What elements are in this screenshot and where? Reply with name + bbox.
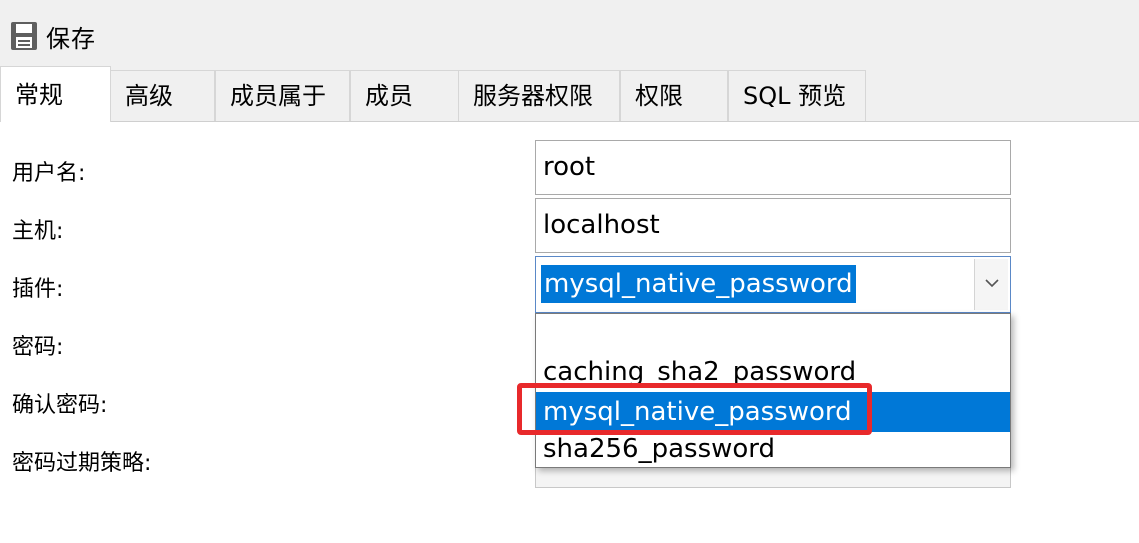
host-value: localhost bbox=[543, 210, 660, 240]
plugin-label: 插件: bbox=[12, 277, 64, 302]
username-value: root bbox=[543, 152, 596, 182]
password-expire-policy-label: 密码过期策略: bbox=[12, 451, 152, 476]
plugin-option-caching-sha2[interactable]: caching_sha2_password bbox=[536, 354, 1010, 390]
tab-advanced[interactable]: 高级 bbox=[110, 70, 215, 121]
save-icon bbox=[11, 22, 37, 50]
tab-label: 服务器权限 bbox=[473, 82, 593, 110]
plugin-selected-value: mysql_native_password bbox=[541, 265, 856, 303]
tab-label: SQL 预览 bbox=[743, 82, 847, 110]
option-label: sha256_password bbox=[543, 434, 776, 464]
username-label: 用户名: bbox=[12, 161, 86, 186]
tab-label: 成员属于 bbox=[230, 82, 326, 110]
plugin-option-mysql-native[interactable]: mysql_native_password bbox=[536, 392, 1010, 432]
option-label: mysql_native_password bbox=[543, 397, 852, 427]
tab-label: 成员 bbox=[365, 82, 413, 110]
tab-bar: 常规 高级 成员属于 成员 服务器权限 权限 SQL 预览 bbox=[0, 66, 1139, 122]
password-expire-policy-field[interactable] bbox=[535, 466, 1011, 488]
tab-general[interactable]: 常规 bbox=[0, 66, 111, 122]
toolbar: 保存 bbox=[0, 0, 1139, 66]
tab-label: 权限 bbox=[635, 82, 683, 110]
host-label: 主机: bbox=[12, 219, 64, 244]
host-field[interactable]: localhost bbox=[535, 198, 1011, 253]
password-label: 密码: bbox=[12, 335, 64, 360]
tab-sql-preview[interactable]: SQL 预览 bbox=[728, 70, 866, 121]
tab-server-privileges[interactable]: 服务器权限 bbox=[458, 70, 620, 121]
chevron-down-icon bbox=[985, 279, 999, 288]
tab-privileges[interactable]: 权限 bbox=[620, 70, 728, 121]
confirm-password-label: 确认密码: bbox=[12, 393, 108, 418]
tab-label: 高级 bbox=[125, 82, 173, 110]
plugin-option-sha256[interactable]: sha256_password bbox=[536, 432, 1010, 466]
plugin-select[interactable]: mysql_native_password bbox=[535, 256, 1011, 313]
save-button[interactable]: 保存 bbox=[8, 18, 96, 54]
username-field[interactable]: root bbox=[535, 140, 1011, 195]
tab-member-of[interactable]: 成员属于 bbox=[215, 70, 350, 121]
tab-members[interactable]: 成员 bbox=[350, 70, 460, 121]
option-label: caching_sha2_password bbox=[543, 357, 857, 387]
dropdown-toggle-button[interactable] bbox=[974, 259, 1008, 310]
plugin-dropdown-list: caching_sha2_password mysql_native_passw… bbox=[535, 313, 1011, 468]
tab-label: 常规 bbox=[15, 81, 63, 109]
save-button-label: 保存 bbox=[46, 24, 96, 53]
